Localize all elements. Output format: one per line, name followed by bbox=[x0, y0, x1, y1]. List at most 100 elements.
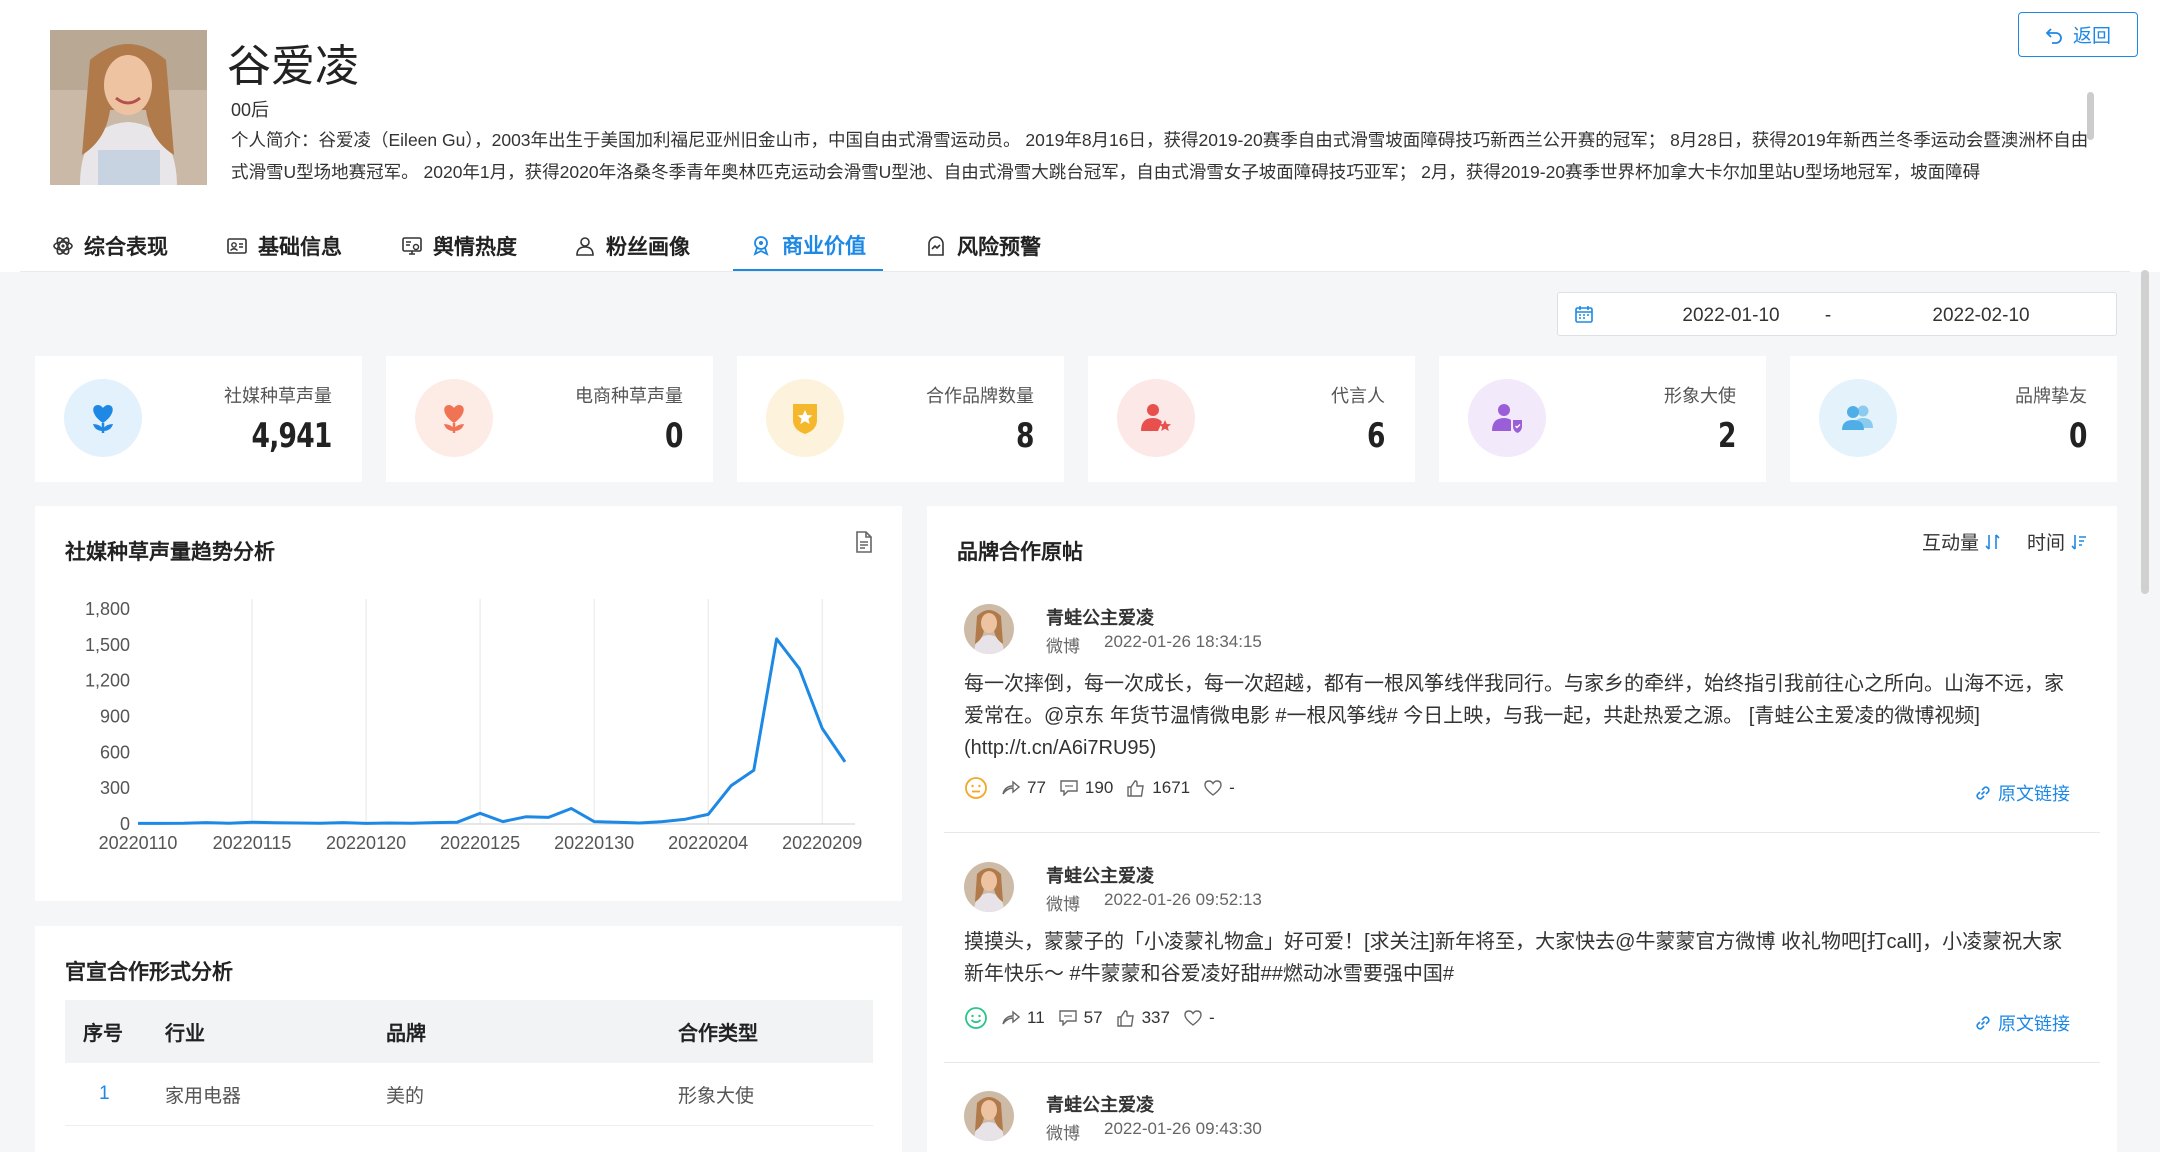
original-link[interactable]: 原文链接 bbox=[1974, 780, 2070, 806]
y-tick-label: 0 bbox=[120, 814, 130, 834]
link-label: 原文链接 bbox=[1998, 1014, 2070, 1034]
tab-sentiment-heat[interactable]: 舆情热度 bbox=[401, 220, 517, 272]
date-end[interactable]: 2022-02-10 bbox=[1906, 305, 2056, 327]
user-shield-icon bbox=[1492, 404, 1522, 433]
comment-count: 57 bbox=[1058, 1008, 1103, 1028]
header-no: 序号 bbox=[83, 1023, 123, 1045]
post-username[interactable]: 青蛙公主爱凌 bbox=[1046, 1091, 1154, 1117]
tab-label: 风险预警 bbox=[957, 236, 1041, 259]
users-icon bbox=[1842, 405, 1873, 430]
cell-type: 形象大使 bbox=[678, 1085, 755, 1107]
table-header: 序号 行业 品牌 合作类型 bbox=[65, 1000, 873, 1063]
metric-value: 2 bbox=[1718, 416, 1736, 456]
user-icon bbox=[576, 237, 594, 256]
original-link[interactable]: 原文链接 bbox=[1974, 1010, 2070, 1036]
profile-bio: 个人简介：谷爱凌（Eileen Gu），2003年出生于美国加利福尼亚州旧金山市… bbox=[231, 130, 2089, 182]
neutral-face-icon bbox=[965, 777, 987, 799]
metric-card-ecommerce-volume: 电商种草声量 0 bbox=[386, 356, 713, 482]
metric-value: 0 bbox=[665, 416, 683, 456]
shield-star-icon bbox=[793, 404, 817, 434]
tab-overall[interactable]: 综合表现 bbox=[52, 220, 168, 272]
metric-card-social-volume: 社媒种草声量 4,941 bbox=[35, 356, 362, 482]
y-tick-label: 300 bbox=[100, 778, 130, 798]
x-tick-label: 20220130 bbox=[554, 833, 634, 853]
page-scrollbar[interactable] bbox=[2141, 270, 2149, 594]
post-username[interactable]: 青蛙公主爱凌 bbox=[1046, 604, 1154, 630]
metric-icon-wrap bbox=[1117, 379, 1195, 457]
comment-icon bbox=[1060, 780, 1078, 796]
post-avatar bbox=[964, 604, 1014, 654]
cooperation-title: 官宣合作形式分析 bbox=[65, 961, 233, 984]
cooperation-panel: 官宣合作形式分析 序号 行业 品牌 合作类型 1 家用电器 美的 形象大使 bbox=[35, 926, 902, 1152]
x-tick-label: 20220120 bbox=[326, 833, 406, 853]
bio-scrollbar[interactable] bbox=[2087, 92, 2094, 140]
sort-by-time[interactable]: 时间 bbox=[2027, 528, 2087, 555]
smile-face-icon bbox=[965, 1007, 987, 1029]
metric-card-brand-count: 合作品牌数量 8 bbox=[737, 356, 1064, 482]
tab-bar: 综合表现 基础信息 舆情热度 粉丝画像 商业价值 风险预警 bbox=[0, 220, 2160, 272]
metric-label: 形象大使 bbox=[1664, 386, 1736, 406]
metric-label: 品牌挚友 bbox=[2015, 386, 2087, 406]
x-tick-label: 20220115 bbox=[213, 833, 292, 853]
link-icon bbox=[1976, 786, 1990, 800]
post-divider bbox=[944, 832, 2100, 833]
heart-icon bbox=[1184, 1010, 1202, 1026]
calendar-icon bbox=[1575, 306, 1593, 323]
post-avatar bbox=[964, 862, 1014, 912]
post-divider bbox=[944, 1062, 2100, 1063]
thumbs-up-icon bbox=[1116, 1009, 1134, 1027]
table-row[interactable]: 1 家用电器 美的 形象大使 bbox=[65, 1063, 873, 1126]
y-tick-label: 1,200 bbox=[85, 671, 130, 691]
date-range-picker[interactable]: 2022-01-10 - 2022-02-10 bbox=[1557, 292, 2117, 336]
date-start[interactable]: 2022-01-10 bbox=[1656, 305, 1806, 327]
badge-icon bbox=[753, 235, 769, 256]
sort-controls: 互动量 时间 bbox=[1922, 528, 2087, 555]
back-button[interactable]: 返回 bbox=[2018, 12, 2138, 57]
back-label: 返回 bbox=[2072, 26, 2111, 47]
posts-title: 品牌合作原帖 bbox=[957, 541, 1083, 564]
comment-icon bbox=[1058, 1010, 1077, 1026]
tab-basic-info[interactable]: 基础信息 bbox=[226, 220, 342, 272]
metric-value: 6 bbox=[1367, 416, 1385, 456]
series-line bbox=[138, 637, 847, 825]
y-tick-label: 900 bbox=[100, 707, 130, 727]
back-icon bbox=[2045, 27, 2062, 44]
metric-label: 电商种草声量 bbox=[575, 386, 683, 406]
sort-by-interaction[interactable]: 互动量 bbox=[1922, 528, 2001, 555]
cell-no: 1 bbox=[99, 1083, 110, 1104]
user-star-icon bbox=[1141, 404, 1171, 431]
metric-icon-wrap bbox=[766, 379, 844, 457]
post-content: 每一次摔倒，每一次成长，每一次超越，都有一根风筝线伴我同行。与家乡的牵绊，始终指… bbox=[964, 673, 2064, 759]
heart-icon bbox=[1204, 780, 1222, 796]
tab-label: 综合表现 bbox=[84, 236, 168, 259]
repost-icon bbox=[1002, 1010, 1020, 1025]
cooperation-table: 序号 行业 品牌 合作类型 1 家用电器 美的 形象大使 bbox=[65, 1000, 873, 1126]
post-stats: 11 57 337 - bbox=[964, 1006, 1215, 1030]
sort-label: 时间 bbox=[2026, 533, 2065, 554]
x-tick-label: 20220125 bbox=[440, 833, 520, 853]
tab-risk-warning[interactable]: 风险预警 bbox=[925, 220, 1041, 272]
repost-count: 11 bbox=[1002, 1008, 1045, 1028]
metric-value: 0 bbox=[2069, 416, 2087, 456]
x-tick-label: 20220110 bbox=[99, 833, 178, 853]
sort-icon bbox=[1985, 533, 2000, 550]
comment-count: 190 bbox=[1060, 778, 1113, 798]
post-username[interactable]: 青蛙公主爱凌 bbox=[1046, 862, 1154, 888]
sort-desc-icon bbox=[2071, 534, 2086, 550]
header-type: 合作类型 bbox=[678, 1023, 758, 1045]
tab-label: 粉丝画像 bbox=[606, 236, 690, 259]
link-label: 原文链接 bbox=[1998, 784, 2070, 804]
warning-icon bbox=[928, 236, 944, 256]
tab-commercial-value[interactable]: 商业价值 bbox=[733, 220, 883, 272]
metric-card-spokesperson: 代言人 6 bbox=[1088, 356, 1415, 482]
metric-icon-wrap bbox=[1819, 379, 1897, 457]
metric-card-ambassador: 形象大使 2 bbox=[1439, 356, 1766, 482]
metric-value: 4,941 bbox=[252, 416, 333, 456]
repost-count: 77 bbox=[1002, 778, 1046, 798]
flower-heart-icon bbox=[93, 405, 113, 433]
metric-card-brand-friend: 品牌挚友 0 bbox=[1790, 356, 2117, 482]
tab-fan-portrait[interactable]: 粉丝画像 bbox=[574, 220, 690, 272]
profile-name: 谷爱凌 bbox=[227, 42, 359, 91]
y-tick-label: 1,800 bbox=[85, 599, 130, 619]
x-tick-label: 20220209 bbox=[782, 833, 862, 853]
